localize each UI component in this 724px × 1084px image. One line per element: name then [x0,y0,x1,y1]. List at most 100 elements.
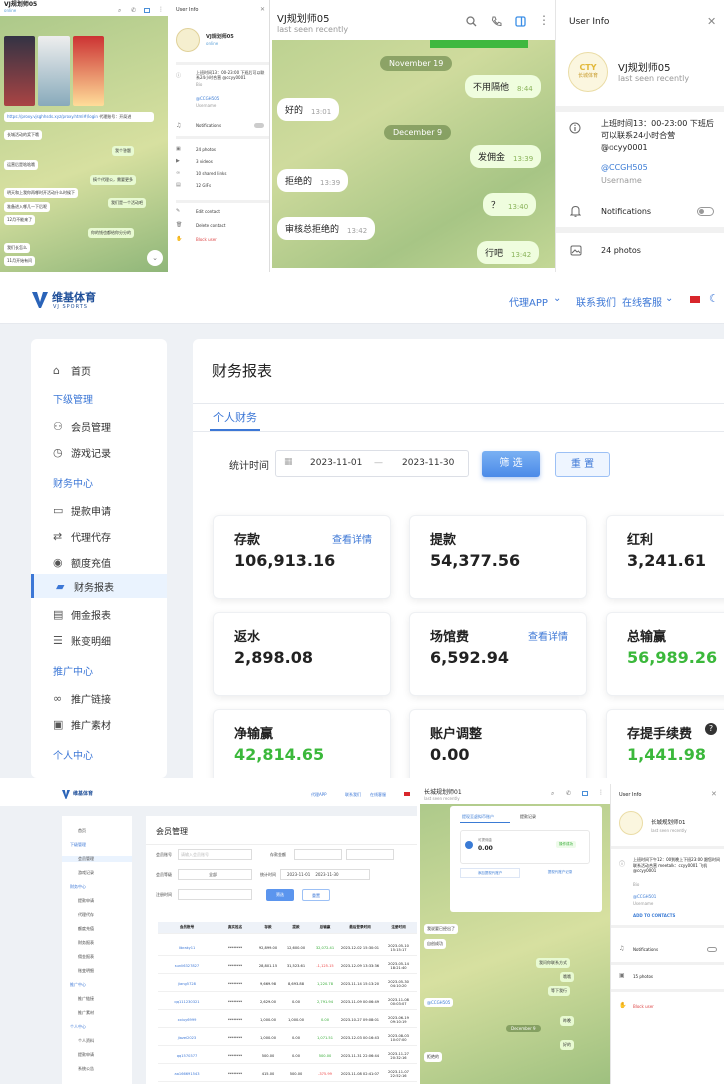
date-to[interactable]: 2023-11-30 [315,872,338,877]
username[interactable]: @CCGH501 [633,894,656,899]
china-flag-icon[interactable] [690,296,700,303]
sidebar-item-3[interactable]: 游戏记录 [78,870,94,876]
notifications-toggle[interactable] [254,123,264,128]
table-cell[interactable]: qq1570377 [158,1054,216,1058]
sidebar-item-13[interactable]: ▣ 推广素材 [53,717,111,732]
sidebar-item-6[interactable]: ⇄ 代理代存 [53,529,111,544]
search-icon[interactable]: ⌕ [551,790,554,798]
sidebar-item-9[interactable]: ▤ 佣金报表 [53,607,111,622]
nav-online-service[interactable]: 在线客服 [370,792,386,798]
sidebar-item-7[interactable]: ◉ 额度充值 [53,555,111,570]
notifications-toggle[interactable] [697,207,714,216]
call-icon[interactable]: ✆ [566,790,571,797]
search-icon[interactable] [466,16,477,27]
table-cell[interactable]: xxiuy6999 [158,1018,216,1022]
sidebar-item-15[interactable]: 个人资料 [78,1038,94,1044]
photos-count[interactable]: 24 photos [601,246,641,255]
block-user[interactable]: Block user [633,1004,654,1009]
reg-date-range[interactable] [178,889,252,900]
call-icon[interactable]: ✆ [131,8,136,14]
nav-agent-app[interactable]: 代理APP [509,294,548,309]
nav-agent-app[interactable]: 代理APP [311,792,327,798]
column-header[interactable]: 提款 [282,925,310,930]
sidebar-item-8[interactable]: ▰ 财务报表 [31,574,167,598]
phone-icon[interactable] [491,16,502,27]
stat-date-range[interactable]: 2023-11-01 2023-11-30 [280,869,370,880]
sidebar-item-9[interactable]: 佣金报表 [78,954,94,960]
deposit-max-input[interactable] [346,849,394,860]
links-count[interactable]: 10 shared links [196,171,226,176]
nav-online-service[interactable]: 在线客服 [622,294,662,309]
sidebar-item-16[interactable]: 提款申请 [78,1052,94,1058]
sidebar-item-10[interactable]: 账变明细 [78,968,94,974]
close-icon[interactable]: ✕ [707,15,716,28]
sidebar-item-2[interactable]: ⚇ 会员管理 [53,419,111,434]
add-to-contacts-button[interactable]: ADD TO CONTACTS [633,913,675,918]
more-icon[interactable]: ⋮ [598,789,604,796]
chat-panel: 长城规划师01 last seen recently ⌕ ✆ ⋮ 提现至虚拟币账… [420,784,610,1084]
more-icon[interactable]: ⋮ [158,7,164,13]
close-icon[interactable]: ✕ [260,6,265,13]
sidebar-item-7[interactable]: 额度充值 [78,926,94,932]
view-details-link[interactable]: 查看详情 [528,628,568,643]
username[interactable]: @CCGH505 [601,163,648,172]
sidebar-item-8[interactable]: 财务报表 [78,940,94,946]
sidebar-item-0[interactable]: 首页 [78,828,86,834]
sidebar-item-17[interactable]: 系统公告 [78,1066,94,1072]
sidebar-item-5[interactable]: 提款申请 [78,898,94,904]
column-header[interactable]: 总输赢 [310,925,340,930]
sidebar-item-5[interactable]: ▭ 提款申请 [53,503,111,518]
notifications-toggle[interactable] [707,947,717,952]
scroll-down-icon[interactable]: ⌄ [147,250,163,266]
column-header[interactable]: 注册时间 [380,925,417,930]
delete-contact[interactable]: Delete contact [196,223,225,228]
table-cell[interactable]: jiang5728 [158,982,216,986]
column-header[interactable]: 存款 [254,925,282,930]
proxy-link[interactable]: https://proxy.vjsghhsds.xyz/proxy.html#/… [7,114,98,119]
sidebar-item-2[interactable]: 会员管理 [62,856,132,862]
column-header[interactable]: 真实姓名 [216,925,254,930]
sidebar-item-13[interactable]: 推广素材 [78,1010,94,1016]
edit-contact[interactable]: Edit contact [196,209,220,214]
close-icon[interactable]: ✕ [711,790,717,798]
table-cell[interactable]: qq111230321 [158,1000,216,1004]
tab-personal-finance[interactable]: 个人财务 [213,409,257,425]
sidebar-toggle-icon[interactable] [515,16,526,27]
column-header[interactable]: 会员账号 [158,925,216,930]
username[interactable]: @CCGH505 [196,96,219,101]
more-icon[interactable]: ⋮ [538,13,550,27]
sidebar-item-3[interactable]: ◷ 游戏记录 [53,445,111,460]
member-level-select[interactable]: 全部 [178,869,252,880]
chevron-down-icon[interactable]: ⌄ [553,293,561,304]
filter-button[interactable]: 筛选 [266,889,294,901]
date-from[interactable]: 2023-11-01 [287,872,310,877]
reset-button[interactable]: 重置 [302,889,330,901]
sidebar-toggle-icon[interactable] [582,791,588,796]
moon-icon[interactable]: ☾ [709,292,719,305]
sidebar-item-10[interactable]: ☰ 账变明细 [53,633,111,648]
sidebar-item-6[interactable]: 代理代存 [78,912,94,918]
member-account-input[interactable]: 请输入会员账号 [178,849,252,860]
deposit-min-input[interactable] [294,849,342,860]
table-cell[interactable]: libraky11 [158,946,216,950]
sidebar-toggle-icon[interactable] [144,8,150,13]
help-icon[interactable]: ? [705,723,717,735]
search-icon[interactable]: ⌕ [118,8,121,14]
photos-count[interactable]: 24 photos [196,147,216,152]
nav-contact-us[interactable]: 联系我们 [345,792,361,798]
gifs-count[interactable]: 12 GIFs [196,183,211,188]
sidebar-item-0[interactable]: ⌂ 首页 [53,363,91,378]
table-cell[interactable]: sunli6327827 [158,964,216,968]
china-flag-icon[interactable] [404,792,410,796]
nav-contact-us[interactable]: 联系我们 [576,294,616,309]
block-user[interactable]: Block user [196,237,217,242]
sidebar-item-12[interactable]: ∞ 推广链接 [53,691,111,706]
chevron-down-icon[interactable]: ⌄ [665,293,673,304]
photos-count[interactable]: 15 photos [633,974,653,979]
sidebar-item-12[interactable]: 推广链接 [78,996,94,1002]
view-details-link[interactable]: 查看详情 [332,531,372,546]
table-cell[interactable]: jiazei2023 [158,1036,216,1040]
column-header[interactable]: 最后登录时间 [340,925,380,930]
videos-count[interactable]: 3 videos [196,159,213,164]
table-cell[interactable]: aa166691543 [158,1072,216,1076]
